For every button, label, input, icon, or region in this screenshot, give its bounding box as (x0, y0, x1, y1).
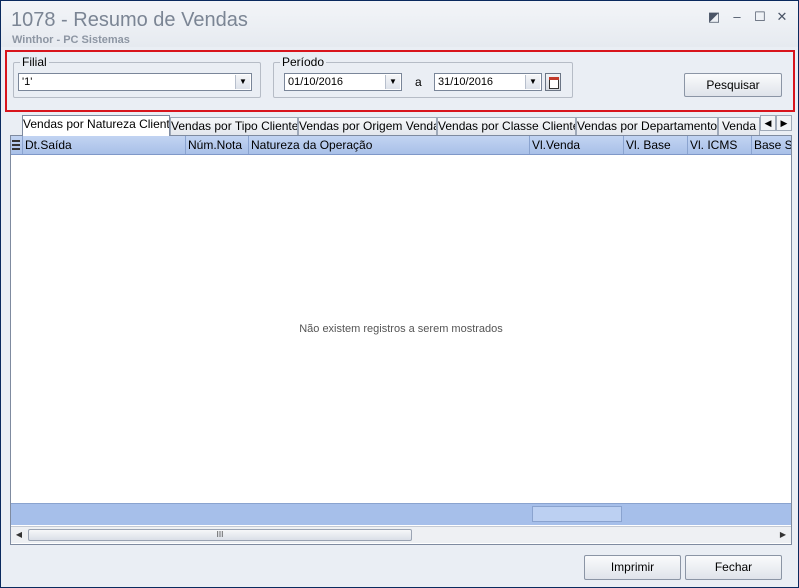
start-date-field[interactable]: 01/10/2016 ▼ (284, 73, 402, 91)
print-button[interactable]: Imprimir (584, 555, 681, 580)
start-date-value: 01/10/2016 (288, 76, 344, 88)
tab-scroll-left-icon[interactable]: ◀ (760, 115, 776, 131)
column-vl-venda[interactable]: Vl.Venda (530, 136, 624, 154)
search-button[interactable]: Pesquisar (684, 73, 782, 97)
grid-header: Dt.Saída Núm.Nota Natureza da Operação V… (11, 136, 791, 155)
filter-panel: Filial '1' ▼ Período 01/10/2016 ▼ a 31/1… (5, 50, 795, 112)
column-vl-icms[interactable]: Vl. ICMS (688, 136, 752, 154)
minimize-icon[interactable]: – (730, 10, 744, 24)
filial-label: Filial (20, 55, 49, 69)
tab-bar: Vendas por Natureza Cliente Vendas por T… (10, 115, 792, 136)
close-icon[interactable]: ✕ (775, 10, 789, 24)
empty-grid-message: Não existem registros a serem mostrados (299, 323, 503, 335)
column-chooser-icon[interactable] (11, 136, 23, 154)
grid-summary-row (11, 503, 791, 525)
scrollbar-thumb[interactable]: III (28, 529, 412, 541)
column-base-st[interactable]: Base ST (752, 136, 791, 154)
tab-departamento[interactable]: Vendas por Departamento (576, 117, 718, 135)
tab-classe-cliente[interactable]: Vendas por Classe Cliente (437, 117, 576, 135)
data-grid: Dt.Saída Núm.Nota Natureza da Operação V… (10, 135, 792, 545)
column-natureza-operacao[interactable]: Natureza da Operação (249, 136, 530, 154)
column-dt-saida[interactable]: Dt.Saída (23, 136, 186, 154)
chevron-down-icon[interactable]: ▼ (235, 75, 250, 89)
chevron-down-icon[interactable]: ▼ (525, 75, 540, 89)
vl-venda-summary-cell (532, 506, 622, 522)
periodo-label: Período (280, 55, 327, 69)
restore-icon[interactable]: ◩ (707, 10, 721, 24)
filial-value: '1' (22, 76, 33, 88)
filial-group: Filial '1' ▼ (13, 55, 261, 98)
maximize-icon[interactable]: ☐ (753, 10, 767, 24)
calendar-icon[interactable] (545, 73, 561, 91)
tab-tipo-cliente[interactable]: Vendas por Tipo Cliente (170, 117, 298, 135)
end-date-value: 31/10/2016 (438, 76, 494, 88)
filial-combo[interactable]: '1' ▼ (18, 73, 252, 91)
tab-venda-partial[interactable]: Venda (718, 117, 760, 135)
column-vl-base[interactable]: Vl. Base (624, 136, 688, 154)
tab-scroll-right-icon[interactable]: ▶ (776, 115, 792, 131)
title-bar: 1078 - Resumo de Vendas Winthor - PC Sis… (1, 1, 798, 47)
column-num-nota[interactable]: Núm.Nota (186, 136, 249, 154)
bottom-button-bar: Imprimir Fechar (1, 546, 798, 587)
window-subtitle: Winthor - PC Sistemas (12, 34, 130, 46)
horizontal-scrollbar[interactable]: ◀ III ▶ (11, 526, 791, 543)
scroll-right-icon[interactable]: ▶ (777, 529, 789, 541)
main-window: 1078 - Resumo de Vendas Winthor - PC Sis… (0, 0, 799, 588)
date-range-separator: a (415, 75, 422, 89)
tab-natureza-cliente[interactable]: Vendas por Natureza Cliente (22, 115, 170, 136)
chevron-down-icon[interactable]: ▼ (385, 75, 400, 89)
periodo-group: Período 01/10/2016 ▼ a 31/10/2016 ▼ (273, 55, 573, 98)
close-button[interactable]: Fechar (685, 555, 782, 580)
end-date-field[interactable]: 31/10/2016 ▼ (434, 73, 542, 91)
tab-origem-venda[interactable]: Vendas por Origem Venda (298, 117, 437, 135)
scroll-left-icon[interactable]: ◀ (13, 529, 25, 541)
window-title: 1078 - Resumo de Vendas (11, 9, 248, 31)
